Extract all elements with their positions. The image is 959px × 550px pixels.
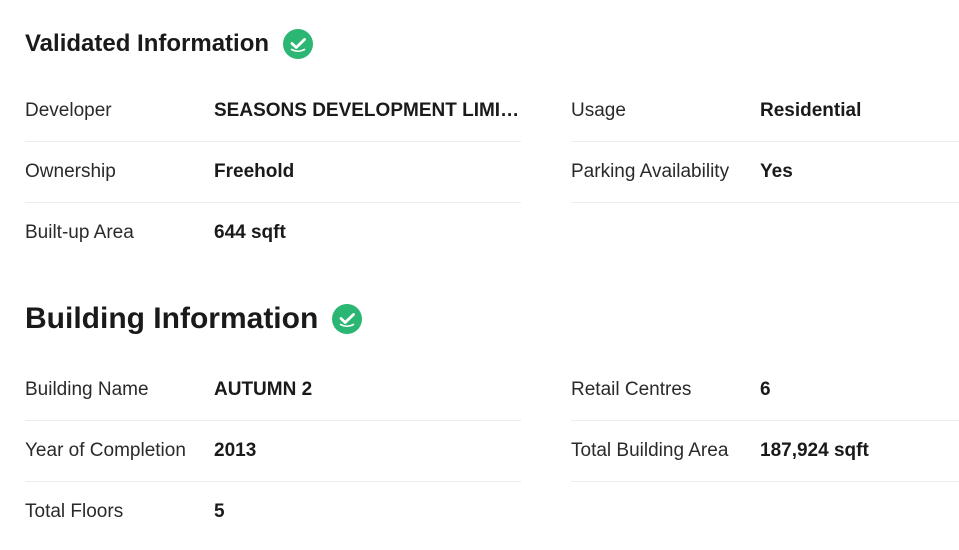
validated-information-heading: Validated Information [25,27,314,61]
usage-row: Usage Residential [571,80,959,142]
total-building-area-value: 187,924 sqft [760,439,869,461]
ownership-label: Ownership [25,160,116,182]
property-details-page: Validated Information Developer SEASONS … [0,0,959,550]
year-of-completion-value: 2013 [214,439,257,461]
developer-row: Developer SEASONS DEVELOPMENT LIMITED [25,80,521,142]
year-of-completion-label: Year of Completion [25,439,186,461]
building-information-title: Building Information [25,302,319,335]
building-information-heading: Building Information [25,299,363,339]
parking-availability-label: Parking Availability [571,160,730,182]
ownership-row: Ownership Freehold [25,141,521,203]
building-name-label: Building Name [25,378,149,400]
verified-check-icon [332,304,363,334]
building-name-row: Building Name AUTUMN 2 [25,359,521,421]
total-building-area-label: Total Building Area [571,439,729,461]
built-up-area-row: Built-up Area 644 sqft [25,202,521,263]
validated-information-title: Validated Information [25,30,270,57]
built-up-area-label: Built-up Area [25,221,134,243]
parking-availability-row: Parking Availability Yes [571,141,959,203]
developer-value: SEASONS DEVELOPMENT LIMITED [214,99,521,121]
total-floors-row: Total Floors 5 [25,481,521,542]
usage-value: Residential [760,99,862,121]
building-name-value: AUTUMN 2 [214,378,313,400]
verified-check-icon [283,29,314,59]
developer-label: Developer [25,99,112,121]
retail-centres-label: Retail Centres [571,378,692,400]
retail-centres-row: Retail Centres 6 [571,359,959,421]
parking-availability-value: Yes [760,160,793,182]
ownership-value: Freehold [214,160,295,182]
retail-centres-value: 6 [760,378,771,400]
usage-label: Usage [571,99,626,121]
total-building-area-row: Total Building Area 187,924 sqft [571,420,959,482]
built-up-area-value: 644 sqft [214,221,286,243]
total-floors-label: Total Floors [25,500,124,522]
year-of-completion-row: Year of Completion 2013 [25,420,521,482]
total-floors-value: 5 [214,500,225,522]
